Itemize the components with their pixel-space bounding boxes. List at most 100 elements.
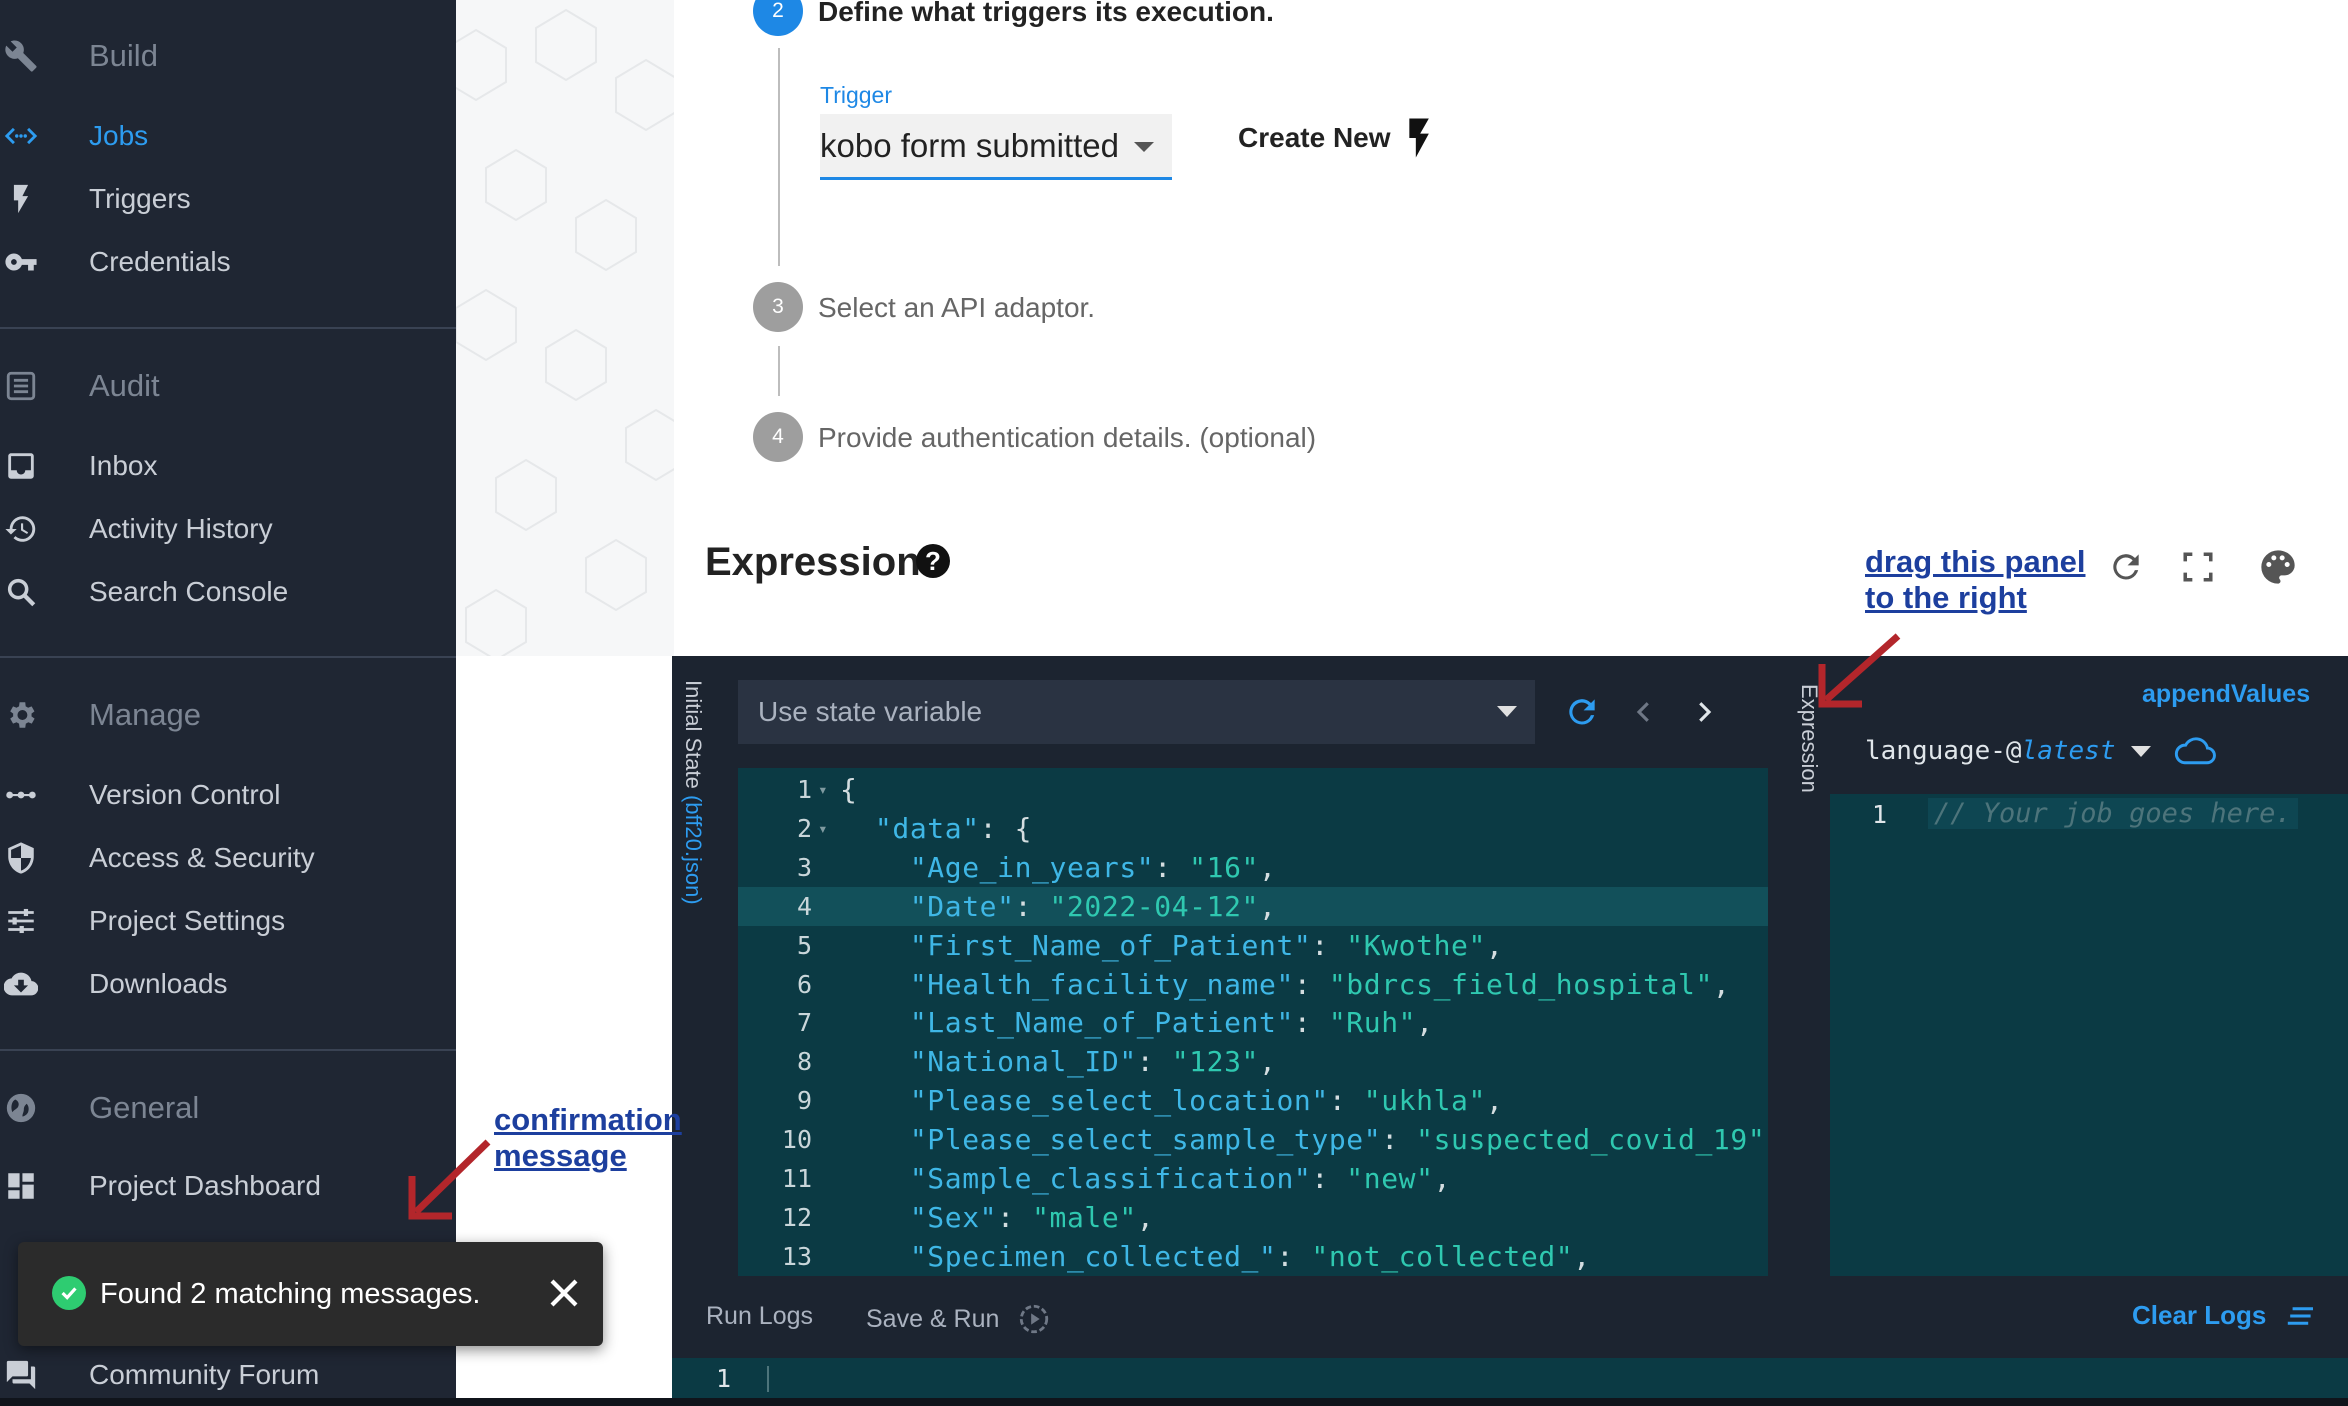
toast-message: Found 2 matching messages. — [100, 1278, 481, 1310]
fold-toggle-icon[interactable]: ▾ — [818, 780, 828, 799]
check-circle-icon — [52, 1276, 86, 1310]
code-line: 9 "Please_select_location": "ukhla", — [738, 1081, 1768, 1120]
sliders-icon — [0, 900, 42, 942]
sidebar-header-manage: Manage — [0, 685, 456, 745]
clear-all-icon — [2288, 1306, 2314, 1325]
code-line: 8 "National_ID": "123", — [738, 1042, 1768, 1081]
forum-icon — [0, 1354, 42, 1396]
step-2-title: Define what triggers its execution. — [818, 0, 1274, 27]
sidebar-item-credentials[interactable]: Credentials — [0, 232, 456, 292]
annotation-arrow-confirmation — [408, 1139, 491, 1220]
sidebar-item-activity-history[interactable]: Activity History — [0, 499, 456, 559]
line-number: 1 — [716, 1364, 732, 1393]
clear-logs-label: Clear Logs — [2132, 1300, 2267, 1330]
refresh-icon[interactable] — [2104, 545, 2148, 589]
sidebar-item-access-security[interactable]: Access & Security — [0, 828, 456, 888]
log-output[interactable]: 1 — [672, 1358, 2348, 1398]
close-icon[interactable] — [546, 1275, 582, 1311]
cloud-icon[interactable] — [2173, 736, 2217, 766]
code-line: 12 "Sex": "male", — [738, 1198, 1768, 1237]
job-code-editor[interactable]: 1 // Your job goes here. — [1830, 794, 2348, 1276]
trigger-select-value: kobo form submitted — [820, 126, 1119, 164]
key-icon — [0, 241, 42, 283]
sidebar-item-label: Credentials — [89, 246, 231, 277]
search-icon — [0, 571, 42, 613]
confirmation-toast: Found 2 matching messages. — [18, 1242, 603, 1346]
line-number: 5 — [796, 930, 812, 960]
initial-state-tab[interactable]: Initial State (bff20.json) — [672, 680, 716, 1280]
trigger-select[interactable]: kobo form submitted — [820, 114, 1172, 180]
sidebar-header-build: Build — [0, 26, 456, 86]
code-line: 13 "Specimen_collected_": "not_collected… — [738, 1237, 1768, 1276]
chevron-down-icon — [1134, 142, 1154, 152]
sidebar: Build Jobs Triggers Credentials Audit In… — [0, 0, 456, 1406]
reload-state-icon[interactable] — [1560, 690, 1604, 734]
bolt-icon — [1408, 118, 1429, 158]
create-new-trigger-button[interactable]: Create New — [1238, 118, 1431, 158]
log-cursor — [767, 1366, 769, 1392]
append-values-link[interactable]: appendValues — [2142, 680, 2310, 709]
code-text: "National_ID": "123", — [909, 1045, 1277, 1079]
bolt-icon — [0, 178, 42, 220]
sidebar-item-triggers[interactable]: Triggers — [0, 169, 456, 229]
sidebar-header-label: Build — [89, 38, 158, 73]
sidebar-header-label: Manage — [89, 697, 202, 732]
code-text: "Specimen_collected_": "not_collected", — [909, 1239, 1591, 1273]
shield-icon — [0, 837, 42, 879]
code-line: 4 "Date": "2022-04-12", — [738, 886, 1768, 926]
adaptor-select[interactable]: language-@ latest — [1865, 736, 2217, 766]
code-line: 2 ▾ "data": { — [738, 809, 1768, 848]
sidebar-item-label: Downloads — [89, 968, 228, 999]
sidebar-item-label: Inbox — [89, 450, 158, 481]
sidebar-item-label: Jobs — [89, 120, 149, 151]
chevron-down-icon — [2131, 745, 2152, 757]
sidebar-item-inbox[interactable]: Inbox — [0, 436, 456, 496]
sidebar-header-label: Audit — [89, 368, 160, 403]
palette-icon[interactable] — [2256, 545, 2300, 589]
job-placeholder: // Your job goes here. — [1928, 798, 2298, 829]
step-4-title: Provide authentication details. (optiona… — [818, 422, 1317, 453]
sidebar-divider — [0, 1049, 456, 1051]
step-3-title: Select an API adaptor. — [818, 292, 1096, 323]
run-logs-tab[interactable]: Run Logs — [706, 1302, 813, 1331]
line-number: 4 — [796, 891, 812, 921]
code-text: "Last_Name_of_Patient": "Ruh", — [909, 1006, 1434, 1040]
sidebar-item-community-forum[interactable]: Community Forum — [0, 1345, 456, 1405]
code-line: 6 "Health_facility_name": "bdrcs_field_h… — [738, 965, 1768, 1004]
initial-state-code-editor[interactable]: 1 ▾{2 ▾ "data": {3 "Age_in_years": "16", 4 … — [738, 768, 1768, 1276]
code-text: "Sex": "male", — [909, 1200, 1155, 1234]
help-icon[interactable]: ? — [916, 544, 950, 578]
sidebar-item-search-console[interactable]: Search Console — [0, 562, 456, 622]
chevron-left-icon[interactable] — [1622, 690, 1666, 734]
clear-logs-button[interactable]: Clear Logs — [2132, 1300, 2316, 1331]
sidebar-item-jobs[interactable]: Jobs — [0, 106, 456, 166]
background-pattern — [445, 0, 687, 662]
line-number: 7 — [796, 1008, 812, 1038]
annotation-line: to the right — [1865, 580, 2027, 615]
code-text: "Health_facility_name": "bdrcs_field_hos… — [909, 967, 1731, 1001]
sidebar-item-project-settings[interactable]: Project Settings — [0, 891, 456, 951]
chevron-right-icon[interactable] — [1682, 690, 1726, 734]
sidebar-item-downloads[interactable]: Downloads — [0, 954, 456, 1014]
sidebar-item-label: Version Control — [89, 779, 281, 810]
chevron-down-icon — [1497, 706, 1517, 717]
initial-state-tab-label: Initial State (bff20.json) — [680, 680, 706, 905]
sidebar-header-label: General — [89, 1090, 200, 1125]
state-variable-select[interactable]: Use state variable — [738, 680, 1535, 744]
step-connector — [778, 48, 780, 266]
line-number: 13 — [781, 1241, 812, 1271]
annotation-arrow-drag — [1818, 633, 1901, 708]
sidebar-item-version-control[interactable]: Version Control — [0, 765, 456, 825]
fold-toggle-icon[interactable]: ▾ — [818, 819, 828, 838]
code-text: { — [840, 773, 858, 806]
cloud-download-icon — [0, 963, 42, 1005]
code-line: 5 "First_Name_of_Patient": "Kwothe", — [738, 926, 1768, 965]
save-and-run-button[interactable]: Save & Run — [866, 1302, 1051, 1336]
sidebar-item-project-dashboard[interactable]: Project Dashboard — [0, 1156, 456, 1216]
fullscreen-icon[interactable] — [2176, 545, 2220, 589]
sidebar-item-label: Project Dashboard — [89, 1170, 321, 1201]
taskbar-strip — [0, 1398, 2348, 1406]
annotation-line: confirmation — [494, 1102, 682, 1137]
state-tab-text: Initial State — [681, 680, 706, 789]
expression-title: Expression — [705, 540, 921, 584]
